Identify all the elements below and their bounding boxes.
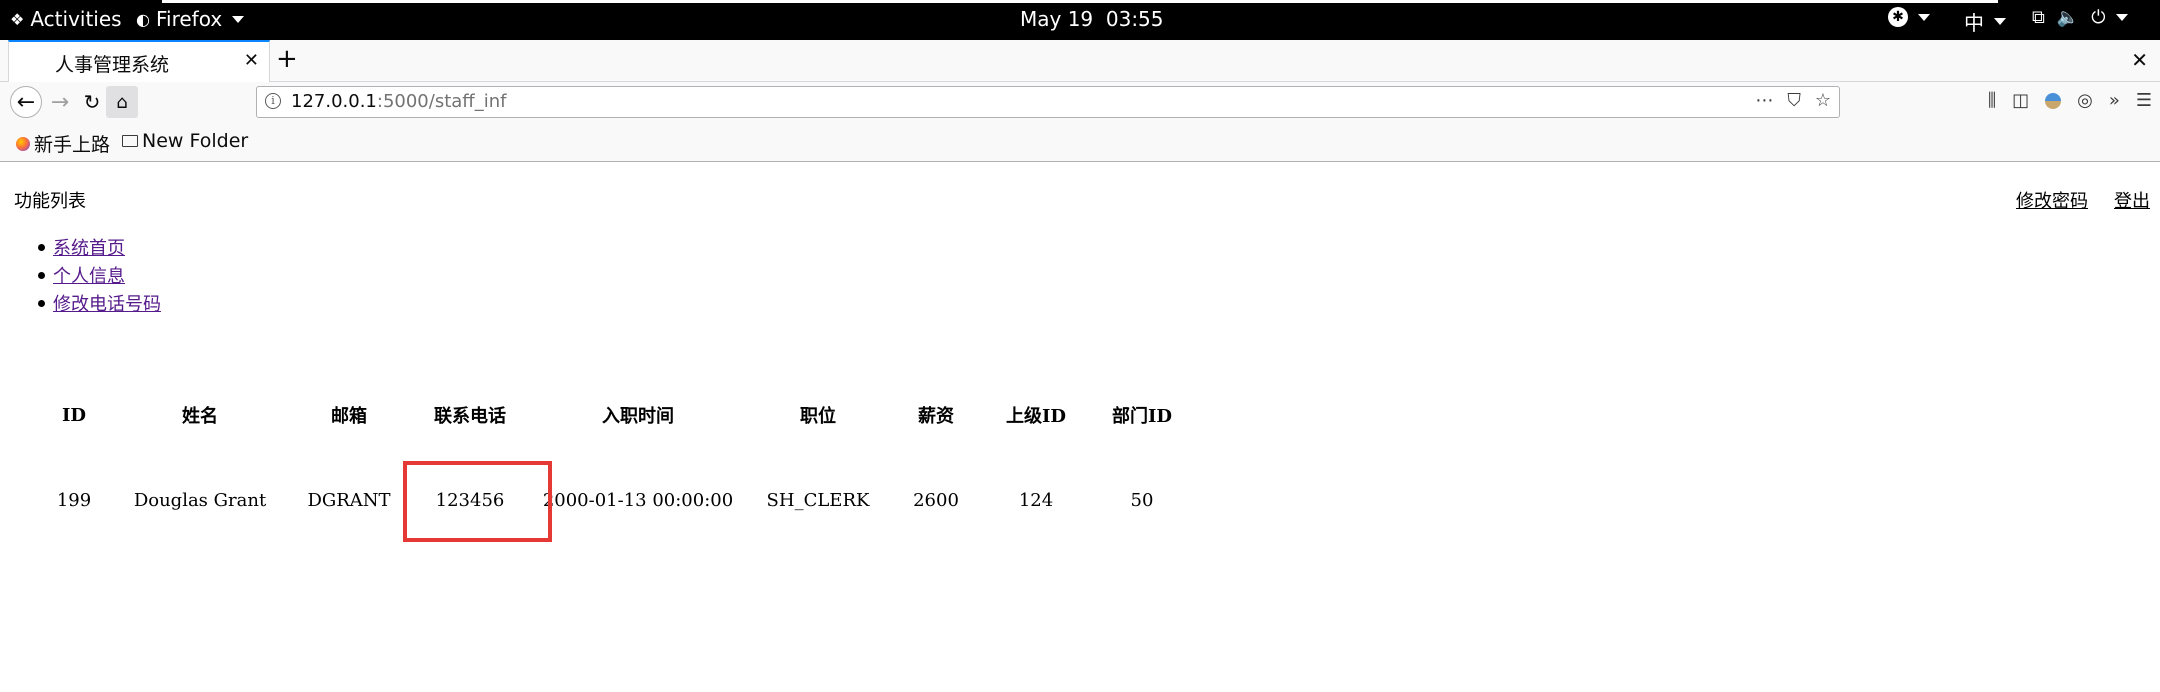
activities-label: Activities bbox=[30, 7, 122, 31]
header-phone: 联系电话 bbox=[434, 406, 506, 427]
back-button[interactable]: ← bbox=[10, 86, 42, 118]
url-path: :5000/staff_inf bbox=[376, 91, 507, 112]
cell-manager-id: 124 bbox=[1018, 489, 1054, 511]
site-info-icon[interactable]: i bbox=[265, 93, 281, 109]
table-header-row: ID 姓名 邮箱 联系电话 入职时间 职位 薪资 上级ID 部门ID bbox=[34, 380, 1196, 450]
home-icon: ⌂ bbox=[116, 91, 128, 113]
header-hire-date: 入职时间 bbox=[602, 406, 674, 427]
chevron-down-icon bbox=[232, 15, 245, 23]
bookmark-getting-started[interactable]: 新手上路 bbox=[16, 130, 110, 157]
url-bar-actions: ⋯ ⛉ ☆ bbox=[1755, 90, 1831, 111]
cell-job: SH_CLERK bbox=[766, 489, 870, 511]
cell-id: 199 bbox=[56, 489, 92, 511]
firefox-icon bbox=[16, 136, 30, 151]
folder-icon bbox=[122, 135, 138, 147]
navigation-toolbar: ← → ↻ ⌂ i 127.0.0.1:5000/staff_inf ⋯ ⛉ ☆… bbox=[0, 82, 2160, 122]
browser-tab[interactable]: 人事管理系统 ✕ bbox=[8, 40, 270, 82]
phone-highlight-box bbox=[403, 461, 552, 542]
cell-department-id: 50 bbox=[1130, 489, 1154, 511]
header-job: 职位 bbox=[800, 406, 836, 427]
page-content: 功能列表 修改密码 登出 系统首页 个人信息 修改电话号码 ID 姓名 邮箱 联系… bbox=[0, 163, 2160, 692]
extensions-icon[interactable]: ◎ bbox=[2077, 90, 2093, 111]
cell-email: DGRANT bbox=[307, 489, 391, 511]
app-menu-button[interactable]: ◐ Firefox bbox=[136, 7, 245, 31]
app-menu-label: Firefox bbox=[155, 7, 223, 31]
library-icon[interactable]: ⫼ bbox=[1988, 90, 1996, 111]
window-close-icon[interactable]: ✕ bbox=[2131, 48, 2148, 72]
header-manager-id: 上级ID bbox=[1005, 406, 1067, 427]
page-actions-icon[interactable]: ⋯ bbox=[1755, 90, 1773, 111]
table-row: 199 Douglas Grant DGRANT 123456 2000-01-… bbox=[34, 450, 1196, 550]
bookmark-new-folder[interactable]: New Folder bbox=[122, 130, 248, 152]
header-department-id: 部门ID bbox=[1111, 406, 1173, 427]
bookmark-star-icon[interactable]: ☆ bbox=[1815, 90, 1831, 111]
menu-item: 修改电话号码 bbox=[38, 289, 161, 317]
logout-link[interactable]: 登出 bbox=[2088, 191, 2150, 212]
url-host: 127.0.0.1 bbox=[291, 91, 377, 112]
header-salary: 薪资 bbox=[918, 406, 954, 427]
staff-table: ID 姓名 邮箱 联系电话 入职时间 职位 薪资 上级ID 部门ID 199 D… bbox=[34, 380, 1196, 550]
menu-link-change-phone[interactable]: 修改电话号码 bbox=[53, 290, 161, 316]
url-bar[interactable]: i 127.0.0.1:5000/staff_inf ⋯ ⛉ ☆ bbox=[256, 86, 1840, 118]
pocket-icon[interactable]: ⛉ bbox=[1787, 90, 1801, 111]
tab-strip: 人事管理系统 ✕ + ✕ bbox=[0, 40, 2160, 82]
arrow-right-icon: → bbox=[50, 89, 70, 115]
gnome-foot-icon: ❖ bbox=[10, 9, 25, 29]
function-menu: 系统首页 个人信息 修改电话号码 bbox=[38, 233, 161, 317]
chevron-down-icon bbox=[1994, 18, 2006, 25]
bookmarks-toolbar: 新手上路 New Folder bbox=[0, 122, 2160, 162]
accessibility-menu[interactable]: ✱ bbox=[1888, 7, 1930, 27]
url-text[interactable]: 127.0.0.1:5000/staff_inf bbox=[291, 91, 506, 112]
cell-salary: 2600 bbox=[913, 489, 959, 511]
header-id: ID bbox=[61, 404, 87, 426]
bookmark-label: 新手上路 bbox=[34, 134, 111, 156]
arrow-left-icon: ← bbox=[16, 89, 36, 115]
tab-title: 人事管理系统 bbox=[55, 54, 170, 76]
top-bar-strip bbox=[162, 0, 1998, 3]
toolbar-right-icons: ⫼ ◫ ◎ » ☰ bbox=[1988, 90, 2152, 111]
home-button[interactable]: ⌂ bbox=[106, 86, 138, 118]
tab-close-icon[interactable]: ✕ bbox=[244, 50, 259, 71]
menu-item: 系统首页 bbox=[38, 233, 161, 261]
reload-button[interactable]: ↻ bbox=[76, 86, 108, 118]
reload-icon: ↻ bbox=[83, 90, 101, 114]
input-method-label: 中 bbox=[1964, 11, 1984, 35]
forward-button[interactable]: → bbox=[44, 86, 76, 118]
function-list-title: 功能列表 bbox=[14, 191, 86, 212]
hamburger-menu-icon[interactable]: ☰ bbox=[2136, 90, 2152, 111]
chevron-down-icon bbox=[1918, 13, 1930, 21]
overflow-chevron-icon[interactable]: » bbox=[2109, 90, 2120, 111]
network-icon: ⧉ bbox=[2032, 7, 2045, 28]
menu-link-home[interactable]: 系统首页 bbox=[53, 234, 125, 260]
cell-name: Douglas Grant bbox=[133, 489, 267, 511]
volume-icon: 🔈 bbox=[2056, 7, 2080, 28]
menu-link-personal-info[interactable]: 个人信息 bbox=[53, 262, 125, 288]
menu-item: 个人信息 bbox=[38, 261, 161, 289]
clock-label: May 19 03:55 bbox=[1020, 7, 1164, 31]
power-icon: ⏻ bbox=[2091, 7, 2106, 28]
cell-hire-date: 2000-01-13 00:00:00 bbox=[542, 489, 734, 511]
account-icon[interactable] bbox=[2045, 92, 2062, 109]
chevron-down-icon bbox=[2115, 14, 2128, 21]
change-password-link[interactable]: 修改密码 bbox=[1990, 191, 2088, 212]
user-links: 修改密码 登出 bbox=[1990, 187, 2150, 213]
input-method-menu[interactable]: 中 bbox=[1964, 7, 2006, 36]
header-name: 姓名 bbox=[182, 406, 218, 427]
new-tab-button[interactable]: + bbox=[276, 44, 298, 74]
system-top-bar: ❖ Activities ◐ Firefox May 19 03:55 ✱ 中 … bbox=[0, 0, 2160, 40]
sidebar-icon[interactable]: ◫ bbox=[2012, 90, 2029, 111]
bookmark-label: New Folder bbox=[142, 130, 249, 152]
system-status-menu[interactable]: ⧉ 🔈 ⏻ bbox=[2032, 7, 2128, 28]
accessibility-icon: ✱ bbox=[1888, 7, 1908, 27]
activities-button[interactable]: ❖ Activities bbox=[10, 7, 122, 31]
firefox-app-icon: ◐ bbox=[136, 9, 150, 29]
header-email: 邮箱 bbox=[331, 406, 367, 427]
clock[interactable]: May 19 03:55 bbox=[1020, 7, 1164, 31]
